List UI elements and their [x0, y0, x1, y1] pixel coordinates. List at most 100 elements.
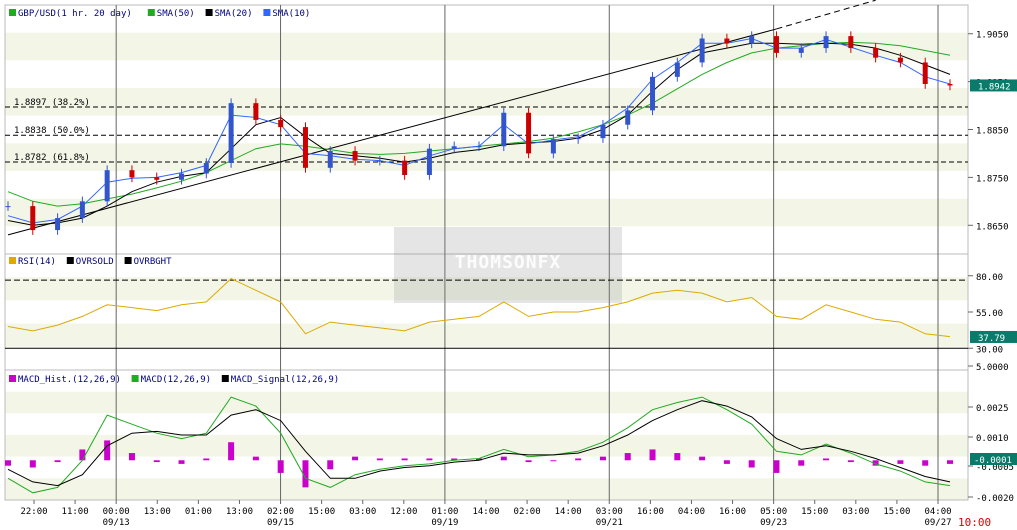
macd-axis: 5.00000.00250.0010-0.0005-0.0020-0.0001 [968, 363, 1017, 504]
legend-label: MACD_Signal(12,26,9) [231, 375, 339, 385]
legend-swatch [9, 9, 16, 16]
x-tick-label: 01:00 [431, 507, 458, 517]
macd-hist-bar [823, 458, 830, 461]
candle-body [476, 146, 482, 148]
x-date-label: 09/27 [924, 518, 951, 528]
macd-hist-bar [228, 442, 235, 461]
x-date-label: 09/23 [760, 518, 787, 528]
y-tick-label: 30.00 [976, 345, 1003, 355]
legend-swatch [9, 257, 16, 264]
candle-body [650, 76, 656, 111]
macd-hist-bar [748, 460, 755, 468]
legend-swatch [9, 375, 16, 382]
macd-legend: MACD_Hist.(12,26,9) MACD(12,26,9) MACD_Sig… [9, 375, 339, 385]
macd-hist-bar [723, 460, 730, 464]
time-axis: 22:00 11:00 00:00 13:00 01:00 13:00 02:00 15:00… [20, 500, 952, 528]
candle-body [600, 124, 606, 139]
macd-hist-bar [79, 449, 86, 461]
candle-body [699, 38, 705, 63]
rsi-legend: RSI(14) OVRSOLD OVRBGHT [9, 257, 172, 267]
macd-hist-bar [922, 460, 929, 466]
x-tick-label: 12:00 [390, 507, 417, 517]
macd-hist-bar [575, 458, 582, 461]
x-tick-label: 02:00 [267, 507, 294, 517]
macd-hist-bar [947, 460, 953, 464]
x-tick-label: 15:00 [801, 507, 828, 517]
watermark: THOMSONFX [455, 252, 562, 273]
candle-body [154, 177, 160, 180]
x-date-label: 09/13 [103, 518, 130, 528]
legend-label: OVRSOLD [76, 257, 114, 267]
candle-body [104, 170, 110, 202]
macd-hist-bar [426, 458, 433, 461]
x-tick-label: 04:00 [924, 507, 951, 517]
x-tick-label: 13:00 [226, 507, 253, 517]
y-tick-label: 0.0010 [976, 434, 1009, 444]
macd-hist-bar [500, 456, 507, 461]
current-value-label: -0.0001 [974, 456, 1012, 466]
candle-body [79, 201, 85, 219]
current-value-label: 1.8942 [978, 82, 1011, 92]
x-tick-label: 03:00 [596, 507, 623, 517]
candle-body [873, 48, 879, 58]
candle-body [352, 151, 358, 161]
band [5, 32, 968, 61]
y-tick-label: -0.0020 [976, 494, 1014, 504]
x-tick-label: 11:00 [62, 507, 89, 517]
band [5, 391, 968, 414]
y-tick-label: 1.9050 [976, 31, 1009, 41]
x-tick-label: 01:00 [185, 507, 212, 517]
candle-body [129, 170, 135, 178]
band [5, 143, 968, 171]
macd-hist-bar [624, 453, 631, 461]
macd-hist-bar [897, 460, 904, 464]
candle-body [501, 112, 507, 147]
fib-level-label: 1.8897 (38.2%) [14, 98, 90, 108]
x-tick-label: 13:00 [144, 507, 171, 517]
macd-hist-bar [104, 440, 111, 461]
macd-hist-bar [29, 460, 36, 468]
x-tick-label: 00:00 [103, 507, 130, 517]
macd-hist-bar [54, 460, 61, 463]
band [5, 478, 968, 500]
y-tick-label: 0.0025 [976, 404, 1009, 414]
candle-body [179, 173, 185, 180]
macd-hist-bar [599, 456, 606, 461]
candle-body [749, 36, 755, 44]
macd-hist-bar [128, 453, 135, 461]
y-tick-label: 80.00 [976, 273, 1003, 283]
legend-swatch [221, 375, 229, 382]
candle-body [922, 62, 928, 85]
legend-swatch [147, 9, 155, 16]
candle-body [773, 36, 779, 53]
time-readout: 10:00 [958, 516, 991, 529]
legend-label: SMA(50) [157, 9, 195, 19]
candle-body [947, 84, 953, 86]
x-tick-label: 16:00 [719, 507, 746, 517]
x-tick-label: 03:00 [842, 507, 869, 517]
y-tick-label: 1.8650 [976, 222, 1009, 232]
candle-body [426, 148, 432, 175]
macd-hist-bar [649, 449, 656, 461]
x-date-label: 09/15 [267, 518, 294, 528]
macd-hist-bar [674, 453, 681, 461]
candle-body [897, 57, 903, 63]
x-tick-label: 04:00 [678, 507, 705, 517]
macd-hist-bar [847, 460, 854, 463]
y-tick-label: 1.8850 [976, 127, 1009, 137]
x-tick-label: 16:00 [637, 507, 664, 517]
legend-swatch [131, 375, 139, 382]
macd-hist-bar [178, 460, 185, 464]
current-value-label: 37.79 [978, 334, 1005, 344]
x-date-label: 09/19 [431, 518, 458, 528]
candle-body [402, 160, 408, 175]
candle-body [798, 48, 804, 53]
macd-hist-bar [153, 460, 160, 463]
legend-label: MACD_Hist.(12,26,9) [18, 375, 121, 385]
x-tick-label: 22:00 [20, 507, 47, 517]
legend-swatch [205, 9, 213, 16]
legend-label: SMA(20) [215, 9, 253, 19]
candle-body [377, 160, 383, 162]
forex-chart: THOMSONFX 1.8897 (38.2%) 1.8838 (50.0%) 1.… [4, 0, 1017, 529]
candle-body [451, 146, 457, 149]
